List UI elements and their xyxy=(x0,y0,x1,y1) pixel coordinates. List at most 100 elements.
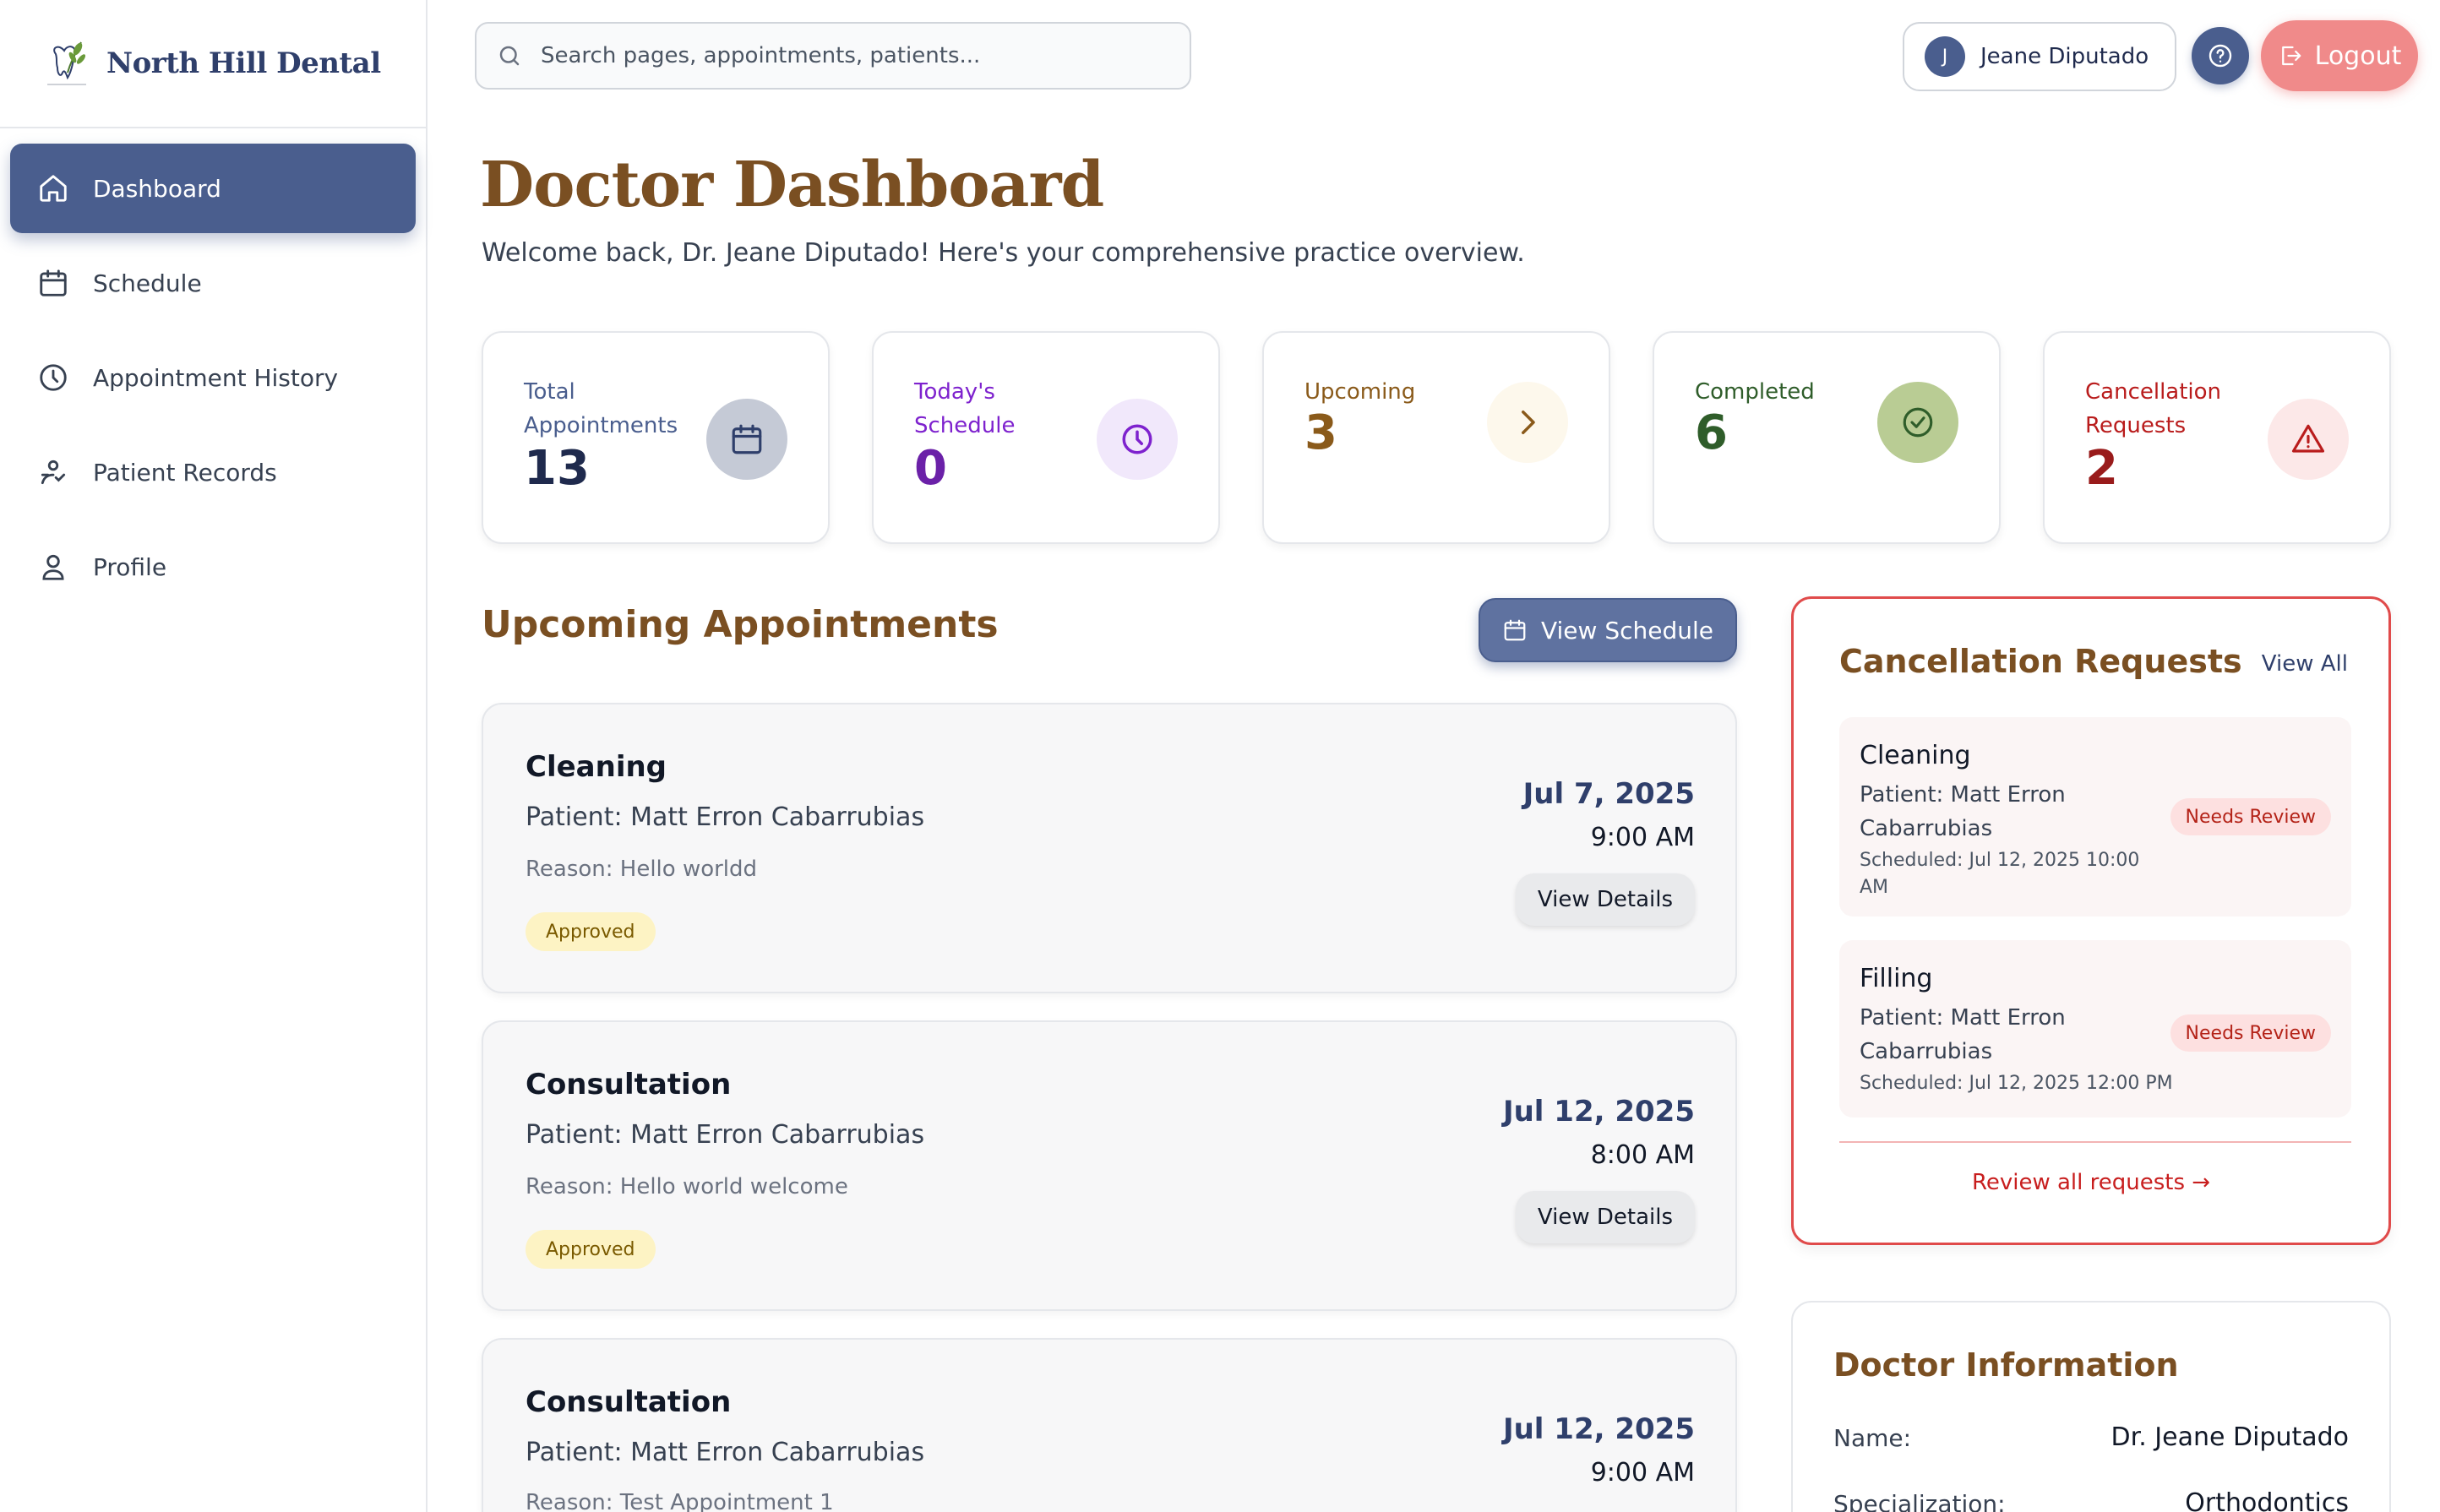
stat-label: Today's Schedule xyxy=(914,379,1016,438)
stat-label: Total Appointments xyxy=(524,379,678,438)
user-menu-button[interactable]: J Jeane Diputado xyxy=(1903,22,2176,91)
view-details-button[interactable]: View Details xyxy=(1515,1191,1695,1243)
appointment-card: Consultation Patient: Matt Erron Cabarru… xyxy=(482,1338,1737,1512)
appointment-date: Jul 12, 2025 xyxy=(1502,1412,1695,1446)
stat-value: 2 xyxy=(2085,441,2118,496)
status-badge: Approved xyxy=(526,1230,656,1269)
stat-icon-wrap xyxy=(1877,382,1958,463)
appointment-type: Cleaning xyxy=(526,750,667,784)
view-schedule-label: View Schedule xyxy=(1540,616,1713,645)
user-name: Jeane Diputado xyxy=(1980,44,2149,69)
stat-value: 0 xyxy=(914,441,947,496)
appointment-reason: Reason: Hello worldd xyxy=(526,857,758,882)
check-circle-icon xyxy=(1903,407,1933,438)
cancellation-request-item[interactable]: Filling Patient: Matt Erron Cabarrubias … xyxy=(1839,940,2351,1118)
divider xyxy=(1839,1141,2351,1143)
stat-label: Completed xyxy=(1695,379,1815,405)
stat-value: 3 xyxy=(1304,405,1337,460)
request-scheduled: Scheduled: Jul 12, 2025 12:00 PM xyxy=(1860,1073,2173,1094)
home-icon xyxy=(40,175,67,202)
logout-label: Logout xyxy=(2314,41,2402,71)
appointment-date: Jul 12, 2025 xyxy=(1502,1095,1695,1129)
tooth-leaf-logo-icon xyxy=(47,41,86,85)
needs-review-badge: Needs Review xyxy=(2170,798,2331,835)
request-patient: Patient: Matt Erron Cabarrubias xyxy=(1860,1005,2066,1064)
help-button[interactable] xyxy=(2192,27,2249,84)
patient-records-icon xyxy=(41,460,66,485)
stat-label: Upcoming xyxy=(1304,379,1416,405)
sidebar-item-dashboard[interactable]: Dashboard xyxy=(10,144,416,233)
avatar: J xyxy=(1925,36,1965,77)
appointment-patient: Patient: Matt Erron Cabarrubias xyxy=(526,802,925,832)
view-all-link[interactable]: View All xyxy=(2262,651,2348,677)
calendar-icon xyxy=(732,424,762,454)
appointment-card: Cleaning Patient: Matt Erron Cabarrubias… xyxy=(482,703,1737,993)
sidebar-item-label: Appointment History xyxy=(93,363,339,392)
sidebar-item-patient-records[interactable]: Patient Records xyxy=(10,427,416,517)
sidebar-item-label: Schedule xyxy=(93,269,202,297)
appointment-reason: Reason: Hello world welcome xyxy=(526,1174,848,1199)
appointment-type: Consultation xyxy=(526,1385,732,1419)
sidebar: North Hill Dental Dashboard Schedule App… xyxy=(0,0,428,1512)
stat-icon-wrap xyxy=(1487,382,1568,463)
request-scheduled: Scheduled: Jul 12, 2025 10:00 AM xyxy=(1860,850,2140,898)
calendar-icon xyxy=(1504,619,1526,641)
cancellation-requests-panel: Cancellation Requests View All Cleaning … xyxy=(1791,596,2391,1245)
stat-label: Cancellation Requests xyxy=(2085,379,2222,438)
view-details-button[interactable]: View Details xyxy=(1515,873,1695,926)
cancellation-request-item[interactable]: Cleaning Patient: Matt Erron Cabarrubias… xyxy=(1839,717,2351,916)
clock-icon xyxy=(1122,424,1152,454)
request-patient: Patient: Matt Erron Cabarrubias xyxy=(1860,782,2066,841)
appointment-patient: Patient: Matt Erron Cabarrubias xyxy=(526,1438,925,1467)
calendar-icon xyxy=(40,269,67,296)
review-all-requests-link[interactable]: Review all requests → xyxy=(1794,1170,2388,1195)
brand-name: North Hill Dental xyxy=(106,46,381,80)
appointment-time: 9:00 AM xyxy=(1590,1458,1695,1488)
upcoming-appointments-title: Upcoming Appointments xyxy=(482,603,999,646)
sidebar-item-label: Patient Records xyxy=(93,458,277,487)
appointment-card: Consultation Patient: Matt Erron Cabarru… xyxy=(482,1020,1737,1311)
stat-card-completed: Completed 6 xyxy=(1653,331,2001,544)
stat-card-total-appointments: Total Appointments 13 xyxy=(482,331,830,544)
needs-review-badge: Needs Review xyxy=(2170,1014,2331,1052)
stat-value: 13 xyxy=(524,441,590,496)
search-input[interactable] xyxy=(541,43,1183,68)
sidebar-nav: Dashboard Schedule Appointment History P… xyxy=(0,128,426,632)
status-badge: Approved xyxy=(526,912,656,951)
sidebar-item-label: Profile xyxy=(93,552,167,581)
appointment-type: Consultation xyxy=(526,1068,732,1101)
doctor-specialization-value: Orthodontics xyxy=(2185,1488,2349,1512)
logout-icon xyxy=(2281,46,2301,66)
sidebar-item-profile[interactable]: Profile xyxy=(10,522,416,612)
sidebar-item-label: Dashboard xyxy=(93,174,221,203)
stat-card-todays-schedule: Today's Schedule 0 xyxy=(872,331,1220,544)
sidebar-item-appointment-history[interactable]: Appointment History xyxy=(10,333,416,422)
request-type: Cleaning xyxy=(1860,741,1971,770)
appointment-time: 8:00 AM xyxy=(1590,1140,1695,1170)
appointment-patient: Patient: Matt Erron Cabarrubias xyxy=(526,1120,925,1150)
stat-card-upcoming: Upcoming 3 xyxy=(1262,331,1610,544)
clock-icon xyxy=(40,364,67,391)
appointment-time: 9:00 AM xyxy=(1590,823,1695,852)
search-bar[interactable] xyxy=(475,22,1191,90)
brand[interactable]: North Hill Dental xyxy=(0,0,426,128)
user-icon xyxy=(42,554,64,580)
stat-value: 6 xyxy=(1695,405,1728,460)
page-subtitle: Welcome back, Dr. Jeane Diputado! Here's… xyxy=(482,238,1525,268)
view-schedule-button[interactable]: View Schedule xyxy=(1479,598,1737,662)
appointment-date: Jul 7, 2025 xyxy=(1522,777,1695,811)
page-title: Doctor Dashboard xyxy=(480,149,1104,221)
doctor-information-panel: Doctor Information Name: Dr. Jeane Diput… xyxy=(1791,1301,2391,1512)
sidebar-item-schedule[interactable]: Schedule xyxy=(10,238,416,328)
doctor-information-title: Doctor Information xyxy=(1833,1346,2179,1384)
chevron-right-icon xyxy=(1522,411,1535,434)
logout-button[interactable]: Logout xyxy=(2261,20,2418,91)
doctor-name-value: Dr. Jeane Diputado xyxy=(2110,1422,2349,1452)
request-type: Filling xyxy=(1860,964,1933,993)
stat-icon-wrap xyxy=(2268,399,2349,480)
help-icon xyxy=(2209,44,2232,68)
stat-icon-wrap xyxy=(706,399,787,480)
cancellation-requests-title: Cancellation Requests xyxy=(1839,643,2242,680)
warning-icon xyxy=(2291,424,2325,453)
stat-icon-wrap xyxy=(1097,399,1178,480)
